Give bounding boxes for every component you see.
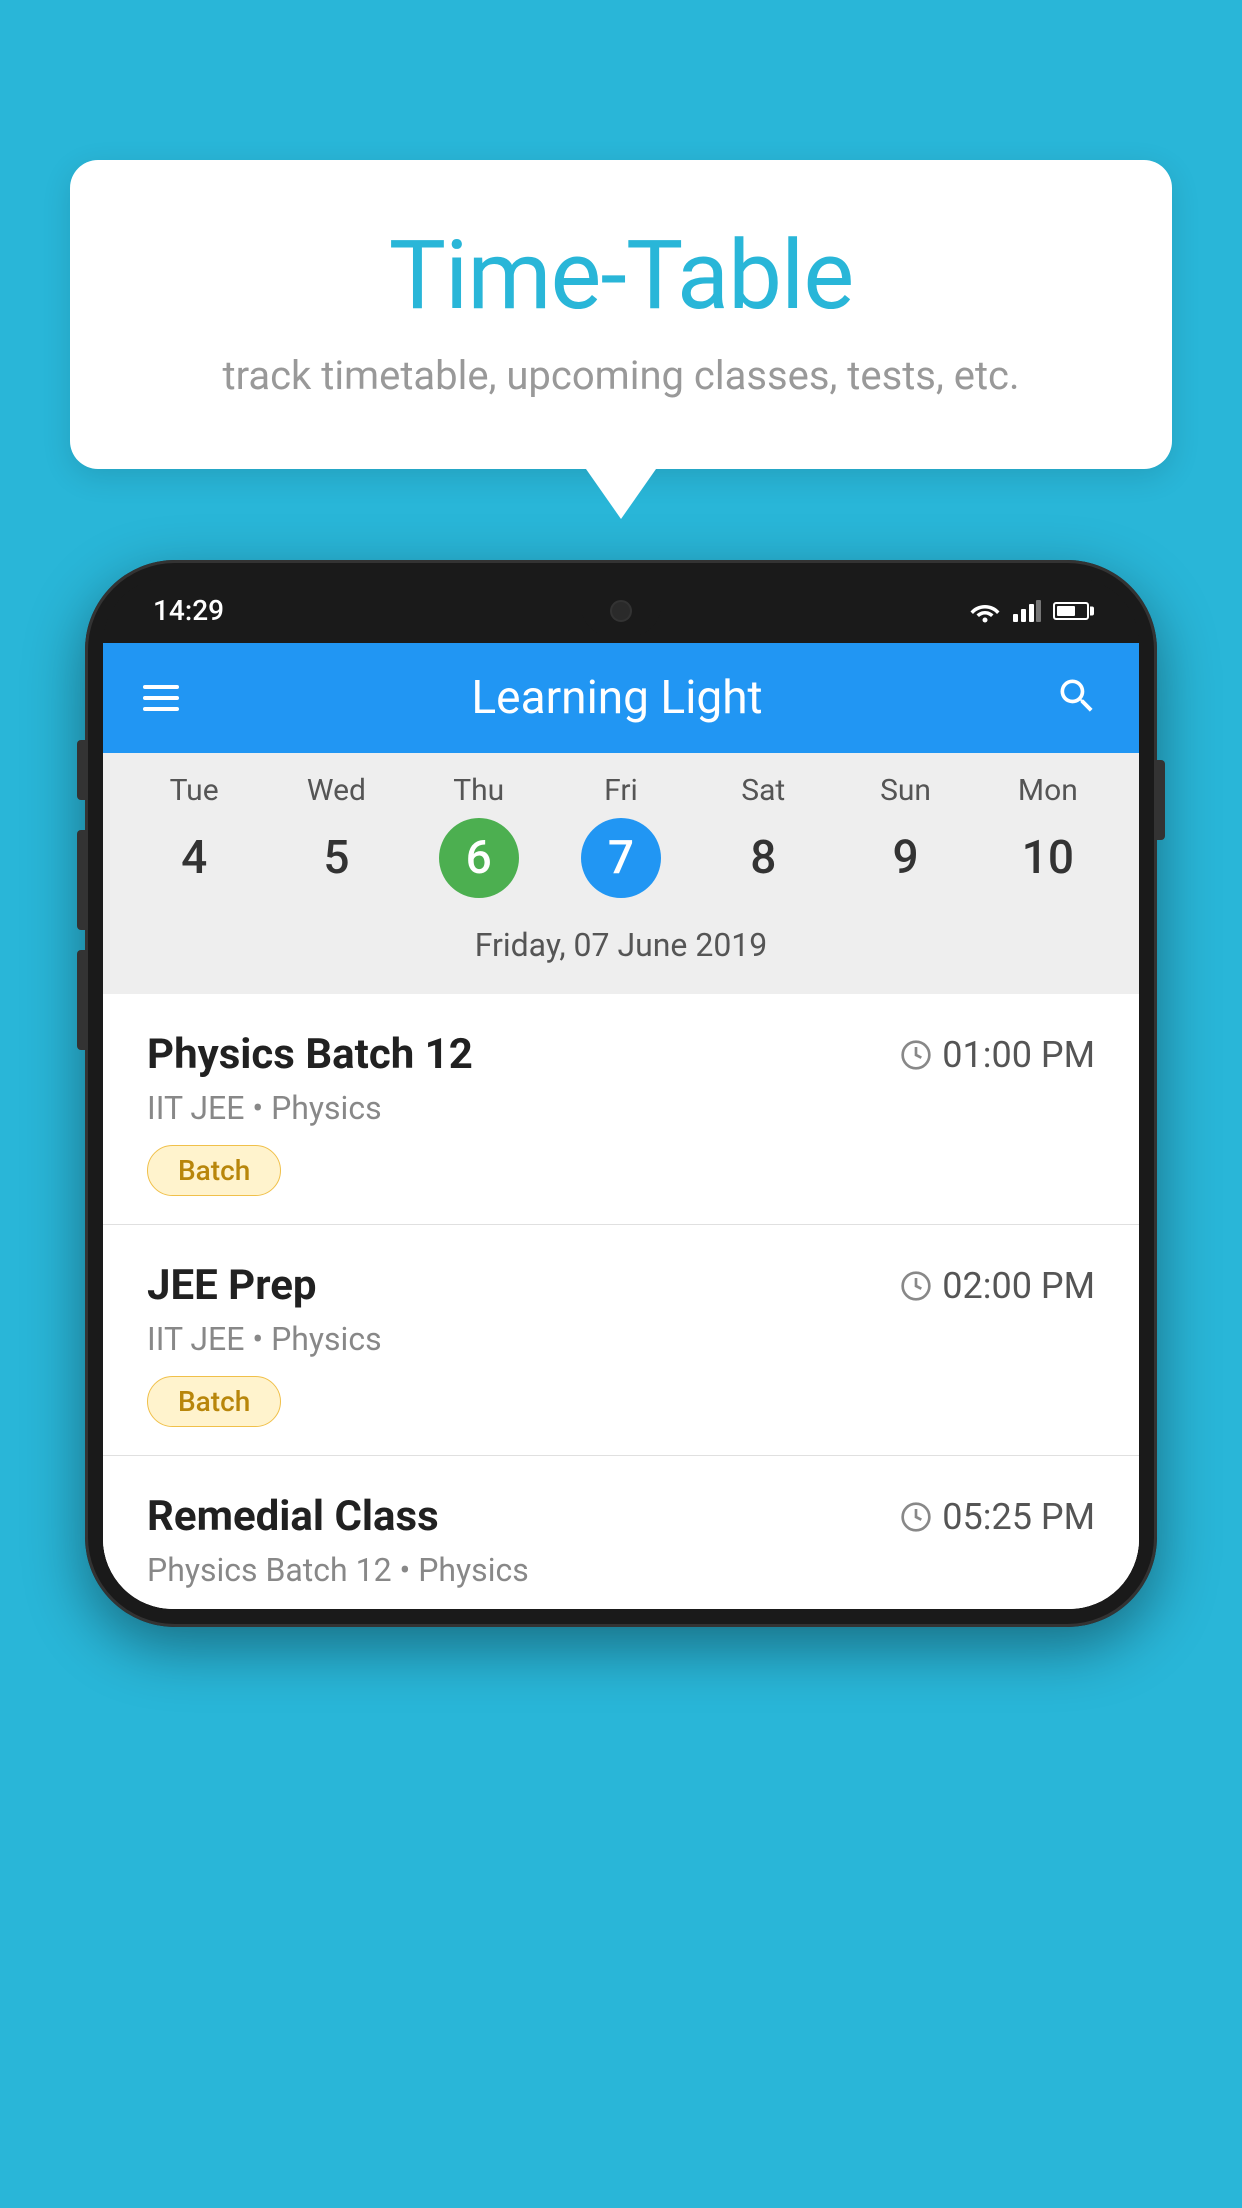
day-name: Sat [741, 773, 785, 808]
day-number[interactable]: 8 [723, 818, 803, 898]
day-col-tue[interactable]: Tue 4 [134, 773, 254, 898]
schedule-time-text: 01:00 PM [942, 1034, 1095, 1076]
clock-icon [900, 1501, 932, 1533]
schedule-item-header: Remedial Class 05:25 PM [147, 1492, 1095, 1541]
day-number[interactable]: 10 [1008, 818, 1088, 898]
batch-badge: Batch [147, 1376, 281, 1427]
schedule-meta: Physics Batch 12 • Physics [147, 1551, 1095, 1589]
selected-date-label: Friday, 07 June 2019 [103, 912, 1139, 984]
schedule-time: 05:25 PM [900, 1496, 1095, 1538]
silent-button [77, 740, 85, 800]
schedule-item[interactable]: JEE Prep 02:00 PM IIT JEE • Physics Batch [103, 1225, 1139, 1456]
day-col-thu[interactable]: Thu 6 [419, 773, 539, 898]
day-number[interactable]: 5 [296, 818, 376, 898]
volume-down-button [77, 950, 85, 1050]
phone-outer: 14:29 [85, 560, 1157, 1627]
day-name: Mon [1018, 773, 1078, 808]
day-col-mon[interactable]: Mon 10 [988, 773, 1108, 898]
search-button[interactable] [1055, 674, 1099, 722]
schedule-time-text: 02:00 PM [942, 1265, 1095, 1307]
day-col-wed[interactable]: Wed 5 [276, 773, 396, 898]
signal-icon [1013, 600, 1041, 622]
clock-icon [900, 1270, 932, 1302]
days-row: Tue 4 Wed 5 Thu 6 Fri 7 Sat 8 Sun 9 Mon 10 [103, 773, 1139, 898]
app-title: Learning Light [471, 671, 762, 725]
app-bar: Learning Light [103, 643, 1139, 753]
calendar-strip: Tue 4 Wed 5 Thu 6 Fri 7 Sat 8 Sun 9 Mon 10 Friday, 07… [103, 753, 1139, 994]
schedule-title: Physics Batch 12 [147, 1030, 473, 1079]
status-time: 14:29 [153, 594, 224, 627]
batch-badge: Batch [147, 1145, 281, 1196]
day-col-sat[interactable]: Sat 8 [703, 773, 823, 898]
day-name: Tue [170, 773, 219, 808]
phone-mockup: 14:29 [85, 560, 1157, 1627]
battery-icon [1053, 602, 1089, 620]
status-icons [969, 599, 1089, 623]
schedule-meta: IIT JEE • Physics [147, 1320, 1095, 1358]
day-col-sun[interactable]: Sun 9 [846, 773, 966, 898]
camera-dot [610, 600, 632, 622]
schedule-time: 02:00 PM [900, 1265, 1095, 1307]
bubble-title: Time-Table [150, 220, 1092, 332]
day-number[interactable]: 7 [581, 818, 661, 898]
day-name: Wed [307, 773, 366, 808]
hamburger-menu-icon[interactable] [143, 685, 179, 711]
schedule-item[interactable]: Remedial Class 05:25 PM Physics Batch 12 •… [103, 1456, 1139, 1609]
speech-bubble-tail [586, 469, 656, 519]
schedule-time: 01:00 PM [900, 1034, 1095, 1076]
schedule-item[interactable]: Physics Batch 12 01:00 PM IIT JEE • Physic… [103, 994, 1139, 1225]
speech-bubble: Time-Table track timetable, upcoming cla… [70, 160, 1172, 469]
schedule-item-header: Physics Batch 12 01:00 PM [147, 1030, 1095, 1079]
schedule-title: JEE Prep [147, 1261, 317, 1310]
clock-icon [900, 1039, 932, 1071]
phone-screen: Learning Light Tue4Wed5Thu6Fri7Sat8Sun9M… [103, 643, 1139, 1609]
bubble-subtitle: track timetable, upcoming classes, tests… [150, 352, 1092, 399]
day-col-fri[interactable]: Fri 7 [561, 773, 681, 898]
wifi-icon [969, 599, 1001, 623]
speech-bubble-wrapper: Time-Table track timetable, upcoming cla… [70, 160, 1172, 519]
schedule-title: Remedial Class [147, 1492, 439, 1541]
day-number[interactable]: 4 [154, 818, 234, 898]
volume-up-button [77, 830, 85, 930]
day-number[interactable]: 6 [439, 818, 519, 898]
schedule-meta: IIT JEE • Physics [147, 1089, 1095, 1127]
schedule-time-text: 05:25 PM [942, 1496, 1095, 1538]
schedule-item-header: JEE Prep 02:00 PM [147, 1261, 1095, 1310]
status-bar: 14:29 [103, 578, 1139, 643]
schedule-list: Physics Batch 12 01:00 PM IIT JEE • Physic… [103, 994, 1139, 1609]
power-button [1157, 760, 1165, 840]
day-name: Thu [453, 773, 504, 808]
day-name: Sun [880, 773, 931, 808]
day-number[interactable]: 9 [866, 818, 946, 898]
day-name: Fri [604, 773, 638, 808]
camera-notch [581, 586, 661, 636]
